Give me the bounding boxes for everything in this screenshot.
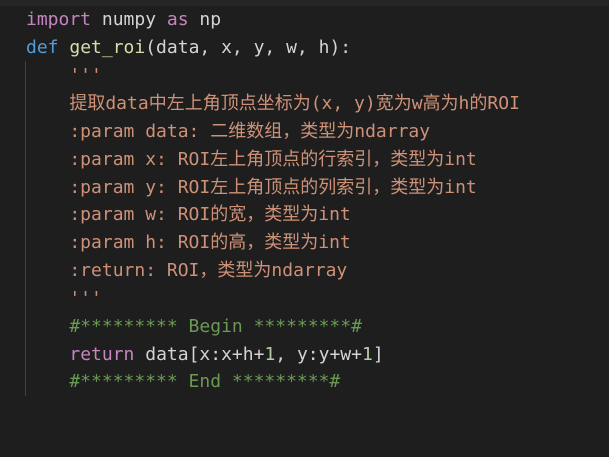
code-line-13: return data[x:x+h+1, y:y+w+1] bbox=[26, 341, 384, 369]
slice-expr-c: ] bbox=[372, 344, 384, 365]
code-line-9: :param h: ROI的高，类型为int bbox=[26, 232, 351, 253]
code-line-1: import numpy as np bbox=[26, 6, 221, 34]
code-line-2: def get_roi(data, x, y, w, h): bbox=[26, 34, 351, 62]
module-name: numpy bbox=[91, 9, 167, 30]
code-line-12: #********* Begin *********# bbox=[26, 316, 362, 337]
code-line-11: ''' bbox=[26, 288, 102, 309]
code-line-7: :param y: ROI左上角顶点的列索引，类型为int bbox=[26, 177, 477, 198]
function-name: get_roi bbox=[58, 37, 146, 58]
code-line-8: :param w: ROI的宽，类型为int bbox=[26, 204, 351, 225]
code-line-5: :param data: 二维数组，类型为ndarray bbox=[26, 121, 431, 142]
module-alias: np bbox=[188, 9, 222, 30]
slice-expr-a: data[x:x+h+ bbox=[134, 344, 265, 365]
slice-expr-b: , y:y+w+ bbox=[275, 344, 362, 365]
code-line-6: :param x: ROI左上角顶点的行索引，类型为int bbox=[26, 149, 477, 170]
number-literal: 1 bbox=[361, 344, 373, 365]
number-literal: 1 bbox=[264, 344, 276, 365]
code-line-14: #********* End *********# bbox=[26, 371, 341, 392]
code-line-3: ''' bbox=[26, 65, 102, 86]
code-line-4: 提取data中左上角顶点坐标为(x, y)宽为w高为h的ROI bbox=[26, 93, 520, 114]
function-params: (data, x, y, w, h): bbox=[145, 37, 352, 58]
as-keyword: as bbox=[166, 9, 189, 30]
import-keyword: import bbox=[26, 9, 92, 30]
code-line-10: :return: ROI，类型为ndarray bbox=[26, 260, 348, 281]
code-editor[interactable]: import numpy as np def get_roi(data, x, … bbox=[0, 6, 609, 457]
return-keyword: return bbox=[69, 344, 135, 365]
def-keyword: def bbox=[26, 37, 59, 58]
